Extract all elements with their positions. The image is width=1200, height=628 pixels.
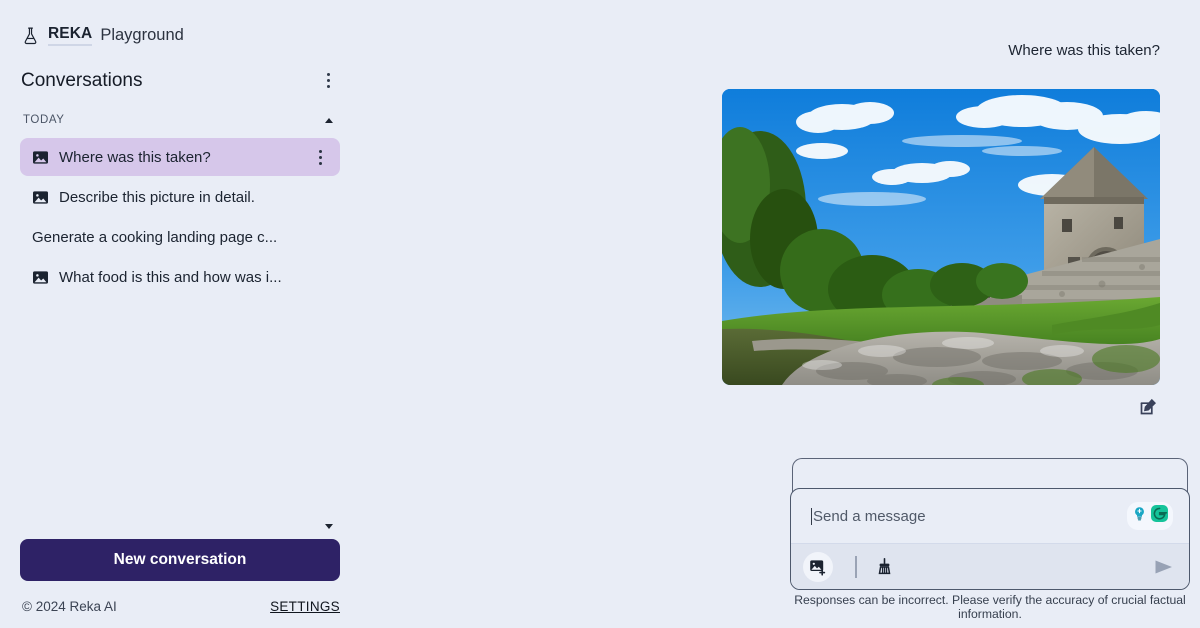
app-root: REKA Playground Conversations TODAY Wher bbox=[0, 0, 1200, 628]
caret-up-icon[interactable] bbox=[325, 117, 333, 123]
attachment-wrapper bbox=[360, 89, 1160, 385]
list-item-label: Where was this taken? bbox=[59, 148, 211, 166]
conversations-header: Conversations bbox=[0, 52, 360, 92]
list-item[interactable]: What food is this and how was i... bbox=[20, 258, 340, 296]
list-item-label: Describe this picture in detail. bbox=[59, 188, 255, 206]
conversation-list: Where was this taken? Describe this pict… bbox=[0, 138, 360, 296]
collapse-row bbox=[0, 524, 360, 539]
image-icon bbox=[32, 149, 49, 166]
brand: REKA Playground bbox=[0, 0, 360, 52]
list-item[interactable]: Generate a cooking landing page c... bbox=[20, 218, 340, 256]
list-item-menu-icon[interactable] bbox=[313, 146, 328, 169]
grammarly-bulb-icon[interactable] bbox=[1131, 505, 1148, 527]
brand-name: REKA bbox=[48, 25, 93, 46]
list-item[interactable]: Where was this taken? bbox=[20, 138, 340, 176]
edit-square-icon[interactable] bbox=[1139, 397, 1158, 416]
flask-icon bbox=[21, 26, 40, 46]
kebab-menu-icon[interactable] bbox=[321, 69, 336, 92]
list-item[interactable]: Describe this picture in detail. bbox=[20, 178, 340, 216]
conversations-title: Conversations bbox=[21, 69, 143, 91]
group-header-today: TODAY bbox=[0, 92, 360, 126]
copyright-text: © 2024 Reka AI bbox=[22, 599, 117, 614]
disclaimer-text: Responses can be incorrect. Please verif… bbox=[794, 593, 1186, 621]
image-icon bbox=[32, 189, 49, 206]
user-message: Where was this taken? bbox=[1008, 42, 1160, 59]
text-caret bbox=[811, 507, 812, 525]
list-item-label: What food is this and how was i... bbox=[59, 268, 282, 286]
grammarly-badges bbox=[1127, 502, 1173, 530]
group-label: TODAY bbox=[23, 114, 65, 126]
list-item-label: Generate a cooking landing page c... bbox=[32, 228, 278, 246]
caret-down-icon[interactable] bbox=[325, 524, 333, 529]
edit-row bbox=[360, 397, 1160, 416]
main-panel: Where was this taken? Send a message Res… bbox=[360, 0, 1200, 628]
image-icon bbox=[32, 269, 49, 286]
castle-photo[interactable] bbox=[722, 89, 1160, 385]
composer-stack: Send a message bbox=[790, 458, 1190, 590]
footer-row: © 2024 Reka AI SETTINGS bbox=[0, 581, 360, 614]
composer: Send a message bbox=[790, 488, 1190, 590]
composer-toolbar bbox=[791, 543, 1189, 589]
broom-icon[interactable] bbox=[875, 557, 894, 576]
add-image-icon[interactable] bbox=[803, 551, 833, 582]
sidebar: REKA Playground Conversations TODAY Wher bbox=[0, 0, 360, 628]
settings-link[interactable]: SETTINGS bbox=[270, 599, 340, 614]
sidebar-footer: New conversation © 2024 Reka AI SETTINGS bbox=[0, 524, 360, 628]
chat-area: Where was this taken? bbox=[360, 0, 1200, 416]
grammarly-g-icon[interactable] bbox=[1150, 504, 1169, 528]
message-input[interactable]: Send a message bbox=[791, 489, 1189, 543]
message-placeholder: Send a message bbox=[813, 507, 926, 525]
new-conversation-button[interactable]: New conversation bbox=[20, 539, 340, 581]
send-icon[interactable] bbox=[1153, 557, 1175, 577]
toolbar-divider bbox=[855, 555, 857, 578]
brand-subtitle: Playground bbox=[100, 26, 184, 44]
